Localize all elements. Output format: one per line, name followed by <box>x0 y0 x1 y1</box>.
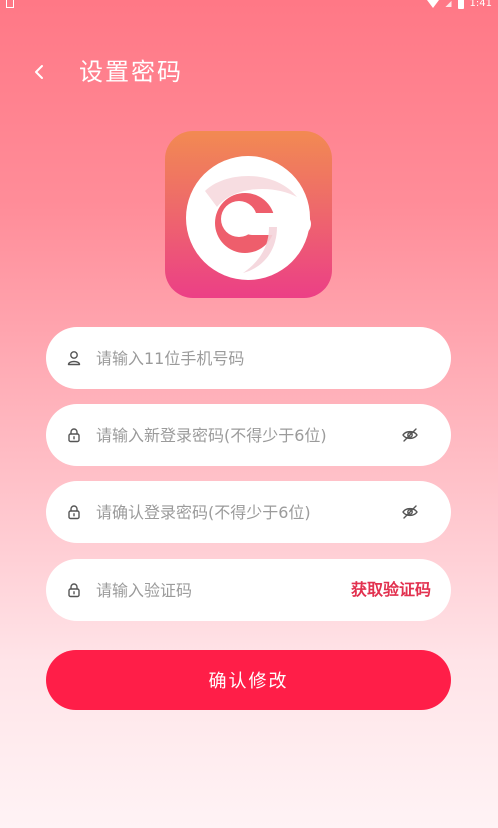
verification-code-field: 获取验证码 <box>46 559 451 621</box>
verification-code-input[interactable] <box>96 559 316 621</box>
new-password-input[interactable] <box>96 404 386 466</box>
app-logo-g-icon <box>186 156 311 280</box>
user-icon <box>67 351 81 366</box>
new-password-field <box>46 404 451 466</box>
lock-icon <box>68 505 80 520</box>
battery-icon <box>457 0 464 9</box>
status-icons: ◢ 1:41 <box>427 0 492 9</box>
phone-input[interactable] <box>96 327 426 389</box>
confirm-change-button[interactable]: 确认修改 <box>46 650 451 710</box>
confirm-password-input[interactable] <box>96 481 386 543</box>
eye-off-icon[interactable] <box>401 503 419 521</box>
header: 设置密码 <box>0 52 498 92</box>
back-button[interactable] <box>26 58 52 86</box>
chevron-left-icon <box>35 65 43 79</box>
phone-field <box>46 327 451 389</box>
get-code-button[interactable]: 获取验证码 <box>351 559 431 621</box>
wifi-icon <box>427 0 440 8</box>
lock-icon <box>68 428 80 443</box>
eye-off-icon[interactable] <box>401 426 419 444</box>
notification-icon <box>6 0 14 8</box>
lock-icon <box>68 583 80 598</box>
status-time: 1:41 <box>469 0 492 9</box>
page-title: 设置密码 <box>79 58 183 86</box>
app-logo <box>165 131 332 298</box>
status-bar: ◢ 1:41 <box>0 0 498 14</box>
signal-icon: ◢ <box>445 0 452 8</box>
confirm-password-field <box>46 481 451 543</box>
